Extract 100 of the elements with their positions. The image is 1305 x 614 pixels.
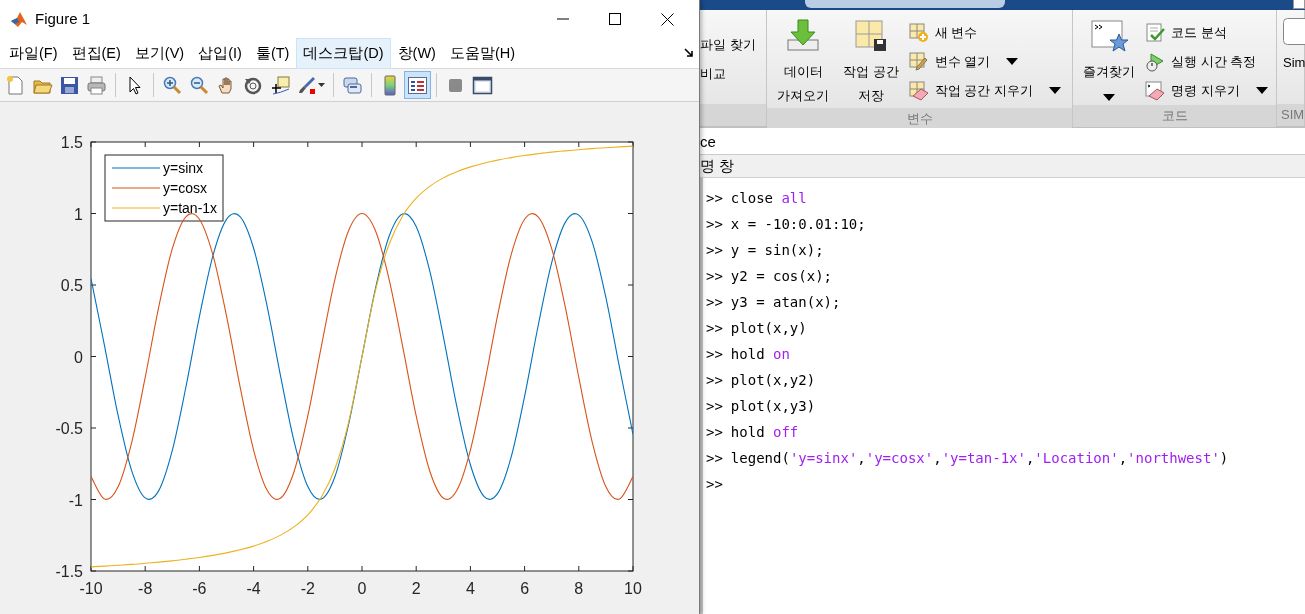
command-text: y2 = cos(x); xyxy=(730,267,832,286)
ribbon-button[interactable]: 즐겨찾기 xyxy=(1079,18,1139,101)
tick-label: 0 xyxy=(74,348,83,366)
prompt: >> xyxy=(706,475,723,494)
eraser-icon xyxy=(908,80,929,101)
zoom-in-icon xyxy=(162,74,183,96)
app-logo-icon xyxy=(10,10,28,28)
tick-label: 8 xyxy=(574,580,584,597)
panel-title: 명 창 xyxy=(700,157,735,174)
menu-item[interactable]: 파일(F) xyxy=(2,37,65,69)
search-field[interactable] xyxy=(1293,0,1305,9)
legend-button[interactable] xyxy=(404,71,431,99)
prompt: >> xyxy=(706,371,723,390)
window-title: Figure 1 xyxy=(35,8,91,29)
menu-item[interactable]: 데스크탑(D) xyxy=(296,37,391,69)
minimize-icon xyxy=(557,18,569,20)
tick-label: -8 xyxy=(138,580,153,597)
ribbon-button[interactable]: 코드 분석 xyxy=(1145,18,1268,47)
legend-label: y=sinx xyxy=(163,160,204,176)
tick-label: -10 xyxy=(79,580,103,597)
ribbon-button[interactable]: 변수 열기 xyxy=(908,47,1061,76)
menu-item[interactable]: 도움말(H) xyxy=(442,37,523,69)
tick-label: 0.5 xyxy=(60,277,83,294)
command-text: y = sin(x); xyxy=(730,241,824,260)
group-label: 변수 xyxy=(906,111,933,126)
button-label: 코드 분석 xyxy=(1171,23,1227,42)
tick-label: -1.5 xyxy=(55,563,83,580)
group-label: SIM xyxy=(1281,107,1305,122)
prompt: >> xyxy=(706,241,723,260)
ribbon-button[interactable]: Sim xyxy=(1283,18,1305,75)
group-label: 코드 xyxy=(1161,108,1188,123)
tick-label: 2 xyxy=(411,580,421,597)
prompt: >> xyxy=(706,319,723,338)
prompt: >> xyxy=(706,215,723,234)
command-text: plot(x,y3) xyxy=(730,397,816,416)
menu-item[interactable]: 삽입(I) xyxy=(191,37,249,69)
prompt: >> xyxy=(706,423,723,442)
printer-icon xyxy=(86,74,107,96)
button-label: 변수 열기 xyxy=(934,52,991,71)
legend-icon xyxy=(407,74,428,96)
prompt: >> xyxy=(706,345,723,364)
prompt: >> xyxy=(706,267,723,286)
menu-item[interactable]: 보기(V) xyxy=(127,37,192,69)
new-file-icon xyxy=(5,74,26,96)
command-text: plot(x,y) xyxy=(730,319,807,338)
command-text: close all xyxy=(730,189,807,208)
ribbon-button[interactable]: 작업 공간 저장 xyxy=(839,18,903,108)
grid-plus-icon xyxy=(908,22,929,43)
tick-label: -2 xyxy=(300,580,315,597)
tick-label: 1 xyxy=(74,205,83,223)
ribbon-button[interactable]: 새 변수 xyxy=(908,18,1061,47)
tick-label: 6 xyxy=(520,580,530,597)
tick-label: -1 xyxy=(68,491,83,509)
tick-label: 10 xyxy=(624,580,642,597)
command-text: legend('y=sinx','y=cosx','y=tan-1x','Location','northwest') xyxy=(730,449,1229,468)
legend-label: y=cosx xyxy=(163,180,207,196)
command-text: y3 = atan(x); xyxy=(730,293,841,312)
stopwatch-icon xyxy=(1145,51,1165,72)
grid-save-icon xyxy=(852,18,889,54)
checklist-icon xyxy=(1145,22,1165,43)
menu-item[interactable]: 툴(T) xyxy=(248,37,297,69)
address-bar[interactable]: ce xyxy=(700,128,1305,155)
tick-label: 1.5 xyxy=(60,134,83,151)
tick-label: 4 xyxy=(465,580,475,597)
import-icon xyxy=(785,18,821,54)
ribbon-button[interactable]: 실행 시간 측정 xyxy=(1145,47,1268,76)
menu-item[interactable]: 창(W) xyxy=(390,37,443,69)
prompt: >> xyxy=(706,189,723,208)
tick-label: -6 xyxy=(192,580,207,597)
command-text: x = -10:0.01:10; xyxy=(730,215,866,234)
button-label: 명령 지우기 xyxy=(1171,81,1240,100)
ribbon-button[interactable]: 작업 공간 지우기 xyxy=(908,76,1061,105)
link-icon xyxy=(342,74,363,96)
tick-label: -0.5 xyxy=(55,420,83,437)
datatip-icon xyxy=(270,74,291,96)
path-text: ce xyxy=(700,133,716,150)
star-terminal-icon xyxy=(1089,18,1129,54)
tick-label: -4 xyxy=(246,580,261,597)
ribbon-button[interactable]: 비교 xyxy=(700,59,756,88)
tick-label: 0 xyxy=(357,580,367,597)
ribbon-button[interactable]: 데이터 가져오기 xyxy=(773,18,833,108)
legend-label: y=tan-1x xyxy=(163,200,218,216)
button-label: Sim xyxy=(1283,54,1305,72)
grid-pencil-icon xyxy=(908,51,929,72)
zoom-out-icon xyxy=(189,74,210,96)
button-label: 즐겨찾기 xyxy=(1083,63,1135,81)
brush-icon xyxy=(297,74,318,96)
prompt: >> xyxy=(706,397,723,416)
ribbon-button[interactable]: 파일 찾기 xyxy=(700,30,756,59)
menu-item[interactable]: 편집(E) xyxy=(64,37,128,69)
ribbon-button[interactable]: 명령 지우기 xyxy=(1145,76,1268,105)
button-label: 실행 시간 측정 xyxy=(1171,52,1257,71)
caret-icon xyxy=(318,82,325,88)
close-icon xyxy=(660,12,674,26)
button-label: 작업 공간 저장 xyxy=(843,63,899,105)
command-text: plot(x,y2) xyxy=(730,371,816,390)
button-label: 데이터 가져오기 xyxy=(777,63,829,105)
window-icon xyxy=(472,74,493,96)
prompt: >> xyxy=(706,293,723,312)
eraser-icon xyxy=(1145,80,1165,101)
